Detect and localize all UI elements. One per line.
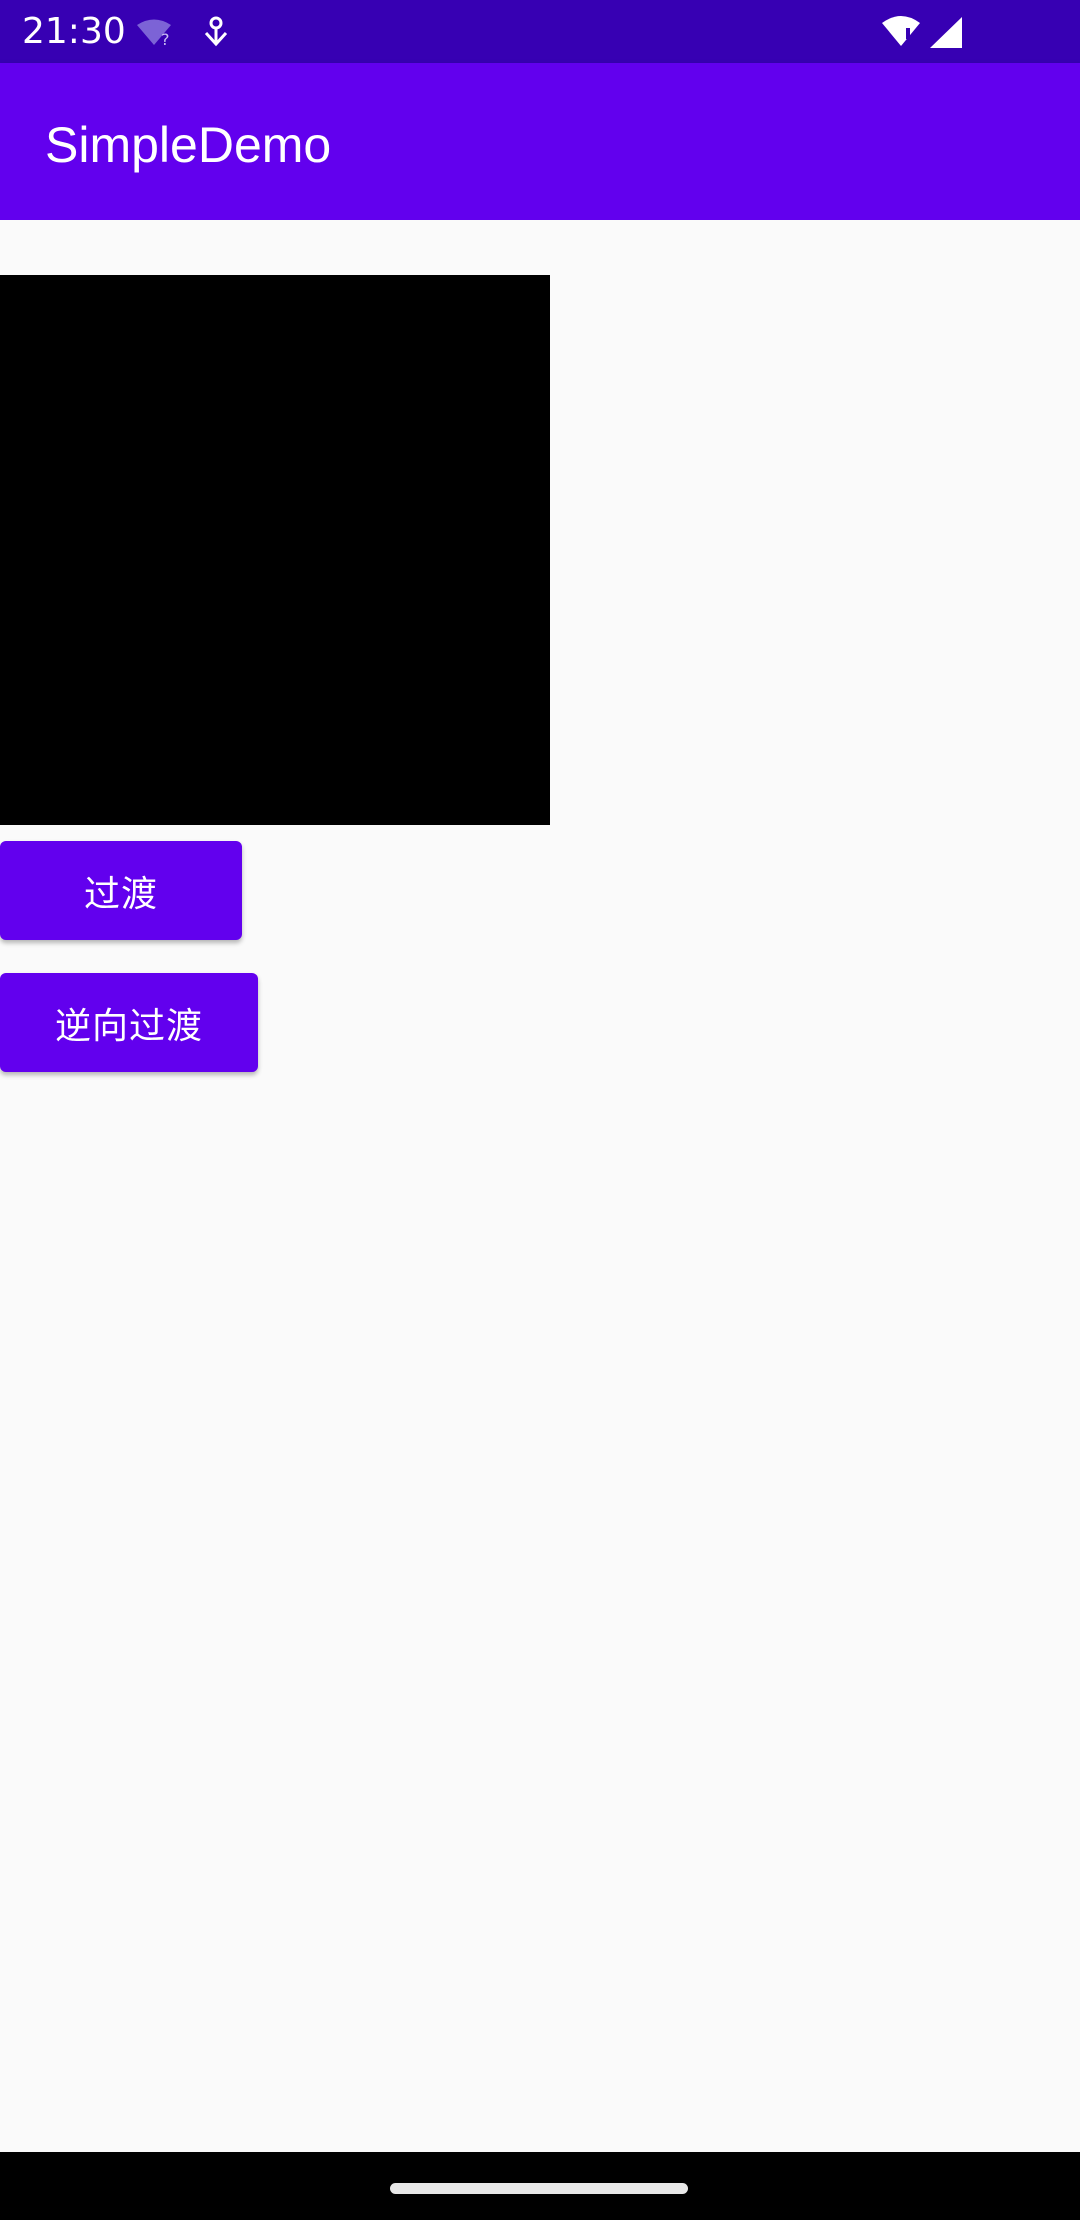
app-bar: SimpleDemo xyxy=(0,63,1080,220)
svg-text:?: ? xyxy=(161,30,170,46)
animated-view xyxy=(0,275,550,825)
wifi-unknown-icon: ? xyxy=(137,19,171,46)
app-title: SimpleDemo xyxy=(45,117,332,173)
content-area: 过渡 逆向过渡 xyxy=(0,220,1080,2152)
status-bar: 21:30 ? xyxy=(0,0,1080,63)
wifi-alert-icon xyxy=(882,16,920,46)
home-handle[interactable] xyxy=(390,2183,688,2194)
transition-button[interactable]: 过渡 xyxy=(0,841,242,940)
reverse-transition-button[interactable]: 逆向过渡 xyxy=(0,973,258,1072)
status-time: 21:30 xyxy=(22,11,126,52)
navigation-bar xyxy=(0,2152,1080,2220)
download-icon xyxy=(204,16,228,47)
signal-icon xyxy=(930,17,962,48)
